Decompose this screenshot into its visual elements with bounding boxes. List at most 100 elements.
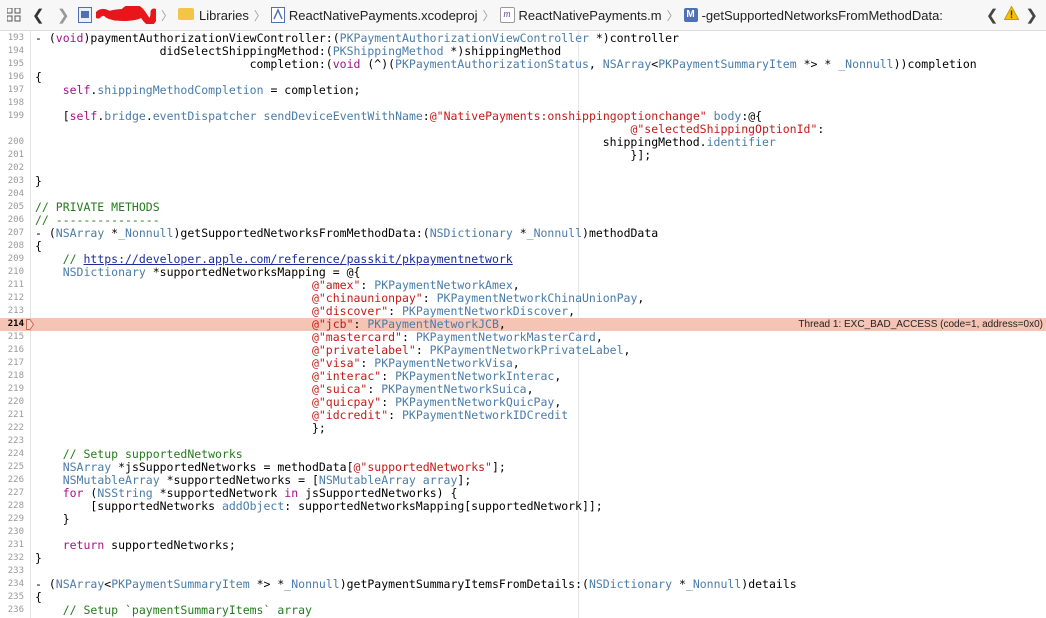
objc-file-icon: m [499, 7, 515, 23]
code-token: // --------------- [35, 213, 160, 227]
previous-issue-icon[interactable]: ❮ [986, 6, 999, 24]
code-token: @"quicpay" [311, 395, 382, 409]
breadcrumb-separator: 〉 [666, 8, 679, 23]
line-number: 197 [7, 85, 24, 95]
source-editor[interactable]: 193- (void)paymentAuthorizationViewContr… [0, 31, 1046, 618]
line-number: 194 [7, 46, 24, 56]
code-token: } [35, 551, 42, 565]
code-token: *> * [796, 57, 839, 71]
code-line[interactable]: 232} [0, 552, 1046, 565]
doc-link[interactable]: https://developer.apple.com/reference/pa… [83, 252, 512, 266]
code-token: for [62, 486, 84, 500]
line-number: 222 [7, 423, 24, 433]
code-token: { [35, 239, 42, 253]
next-issue-icon[interactable]: ❯ [1025, 6, 1038, 24]
breadcrumb-separator: 〉 [253, 8, 266, 23]
line-number: 215 [7, 332, 24, 342]
code-token: , [512, 356, 520, 370]
line-number: 235 [7, 592, 24, 602]
breadcrumb-xcodeproj[interactable]: ReactNativePayments.xcodeproj [270, 7, 477, 23]
code-token: *supportedNetworks = [ [159, 473, 319, 487]
line-number: 207 [7, 228, 24, 238]
code-token: NSArray [602, 57, 652, 71]
code-token: { [35, 590, 42, 604]
breadcrumb: 〉 Libraries 〉 ReactNativePayments.xcodep… [78, 0, 943, 30]
code-token: ( [83, 486, 98, 500]
breadcrumb-method[interactable]: M -getSupportedNetworksFromMethodData: [683, 8, 943, 23]
related-items-grid-icon[interactable] [7, 0, 23, 30]
instruction-pointer-icon[interactable] [26, 319, 34, 330]
error-annotation[interactable]: Thread 1: EXC_BAD_ACCESS (code=1, addres… [792, 318, 1043, 331]
code-token: void [332, 57, 361, 71]
code-line[interactable]: 201 }]; [0, 149, 1046, 162]
code-token: return [62, 538, 105, 552]
code-token: ))completion [893, 57, 977, 71]
code-text: completion:(void (^)(PKPaymentAuthorizat… [35, 58, 977, 71]
breadcrumb-project-redacted[interactable] [78, 4, 158, 26]
line-number: 223 [7, 436, 24, 446]
code-token: ]; [457, 473, 472, 487]
code-line[interactable]: 195 completion:(void (^)(PKPaymentAuthor… [0, 58, 1046, 71]
code-token: PKPaymentNetworkQuicPay [395, 395, 555, 409]
breadcrumb-libraries[interactable]: Libraries [178, 8, 249, 23]
code-token: PKShippingMethod [332, 44, 444, 58]
code-token: = completion; [263, 83, 361, 97]
line-number: 198 [7, 98, 24, 108]
breadcrumb-label: ReactNativePayments.m [518, 7, 662, 23]
code-token: shippingMethodCompletion [97, 83, 264, 97]
code-token: NSDictionary [62, 265, 146, 279]
warning-icon[interactable] [1004, 5, 1020, 24]
code-token: PKPaymentSummaryItem [111, 577, 250, 591]
line-number: 216 [7, 345, 24, 355]
code-token: : [422, 109, 430, 123]
code-line[interactable]: 231 return supportedNetworks; [0, 539, 1046, 552]
line-number: 226 [7, 475, 24, 485]
line-number: 202 [7, 163, 24, 173]
code-token: , [512, 278, 520, 292]
code-token: // Setup supportedNetworks [35, 447, 243, 461]
code-token: : supportedNetworksMapping[supportedNetw… [284, 499, 603, 513]
code-token: *)controller [588, 31, 679, 45]
code-line[interactable]: 207 - (NSArray *_Nonnull)getSupportedNetw… [0, 227, 1046, 240]
code-line[interactable]: 203} [0, 175, 1046, 188]
code-token: PKPaymentNetworkVisa [374, 356, 513, 370]
code-token: PKPaymentNetworkMasterCard [415, 330, 596, 344]
code-token: }; [35, 421, 326, 435]
code-text: }]; [35, 149, 651, 162]
code-line[interactable]: 229 } [0, 513, 1046, 526]
line-number: 213 [7, 306, 24, 316]
breadcrumb-file[interactable]: m ReactNativePayments.m [499, 7, 662, 23]
code-token: _Nonnull [526, 226, 583, 240]
code-line[interactable]: 197 self.shippingMethodCompletion = comp… [0, 84, 1046, 97]
line-number: 199 [7, 111, 24, 121]
code-line[interactable]: 222 }; [0, 422, 1046, 435]
code-line[interactable]: 228 [supportedNetworks addObject: suppor… [0, 500, 1046, 513]
code-line[interactable]: 234 - (NSArray<PKPaymentSummaryItem *> *_… [0, 578, 1046, 591]
code-token: : [381, 395, 396, 409]
code-text: } [35, 552, 42, 565]
jump-bar: ❮ ❯ 〉 Libraries 〉 ReactNativePayments.xc… [0, 0, 1046, 31]
code-token: *supportedNetwork [152, 486, 285, 500]
code-text: - (NSArray *_Nonnull)getSupportedNetwork… [35, 227, 658, 240]
forward-arrow-icon[interactable]: ❯ [57, 0, 70, 30]
code-line[interactable]: 202 [0, 162, 1046, 175]
code-token: @"interac" [311, 369, 382, 383]
line-number: 228 [7, 501, 24, 511]
code-token: )getPaymentSummaryItemsFromDetails:( [339, 577, 589, 591]
code-token: @"visa" [311, 356, 361, 370]
code-token: NSDictionary [429, 226, 513, 240]
code-token: , [623, 343, 631, 357]
code-line[interactable]: 236 // Setup `paymentSummaryItems` array [0, 604, 1046, 617]
back-arrow-icon[interactable]: ❮ [32, 0, 45, 30]
code-token: - ( [35, 577, 56, 591]
code-token: PKPaymentAuthorizationStatus [395, 57, 589, 71]
line-number: 224 [7, 449, 24, 459]
code-token: : [367, 382, 382, 396]
code-token: : [415, 343, 430, 357]
code-token: ]; [491, 460, 506, 474]
